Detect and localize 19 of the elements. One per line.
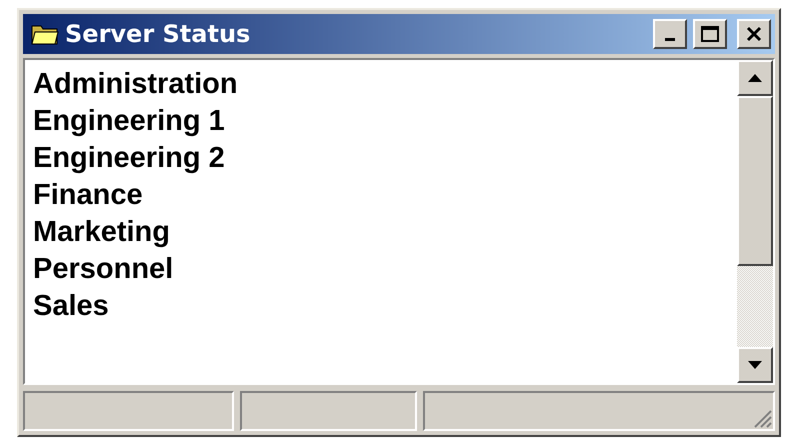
minimize-icon <box>665 38 675 40</box>
list-item[interactable]: Administration <box>33 66 729 103</box>
scrollbar-thumb[interactable] <box>737 96 773 266</box>
maximize-icon <box>700 25 720 43</box>
down-arrow-icon <box>747 360 763 370</box>
window-title: Server Status <box>65 20 252 48</box>
list-item[interactable]: Sales <box>33 288 729 325</box>
scroll-down-button[interactable] <box>737 347 773 383</box>
close-button[interactable] <box>737 19 771 49</box>
list-item[interactable]: Engineering 2 <box>33 140 729 177</box>
list-item[interactable]: Marketing <box>33 214 729 251</box>
maximize-button[interactable] <box>693 19 727 49</box>
list-item[interactable]: Engineering 1 <box>33 103 729 140</box>
minimize-button[interactable] <box>653 19 687 49</box>
list-item[interactable]: Finance <box>33 177 729 214</box>
up-arrow-icon <box>747 73 763 83</box>
scroll-up-button[interactable] <box>737 60 773 96</box>
list-item[interactable]: Personnel <box>33 251 729 288</box>
close-icon <box>745 26 763 42</box>
